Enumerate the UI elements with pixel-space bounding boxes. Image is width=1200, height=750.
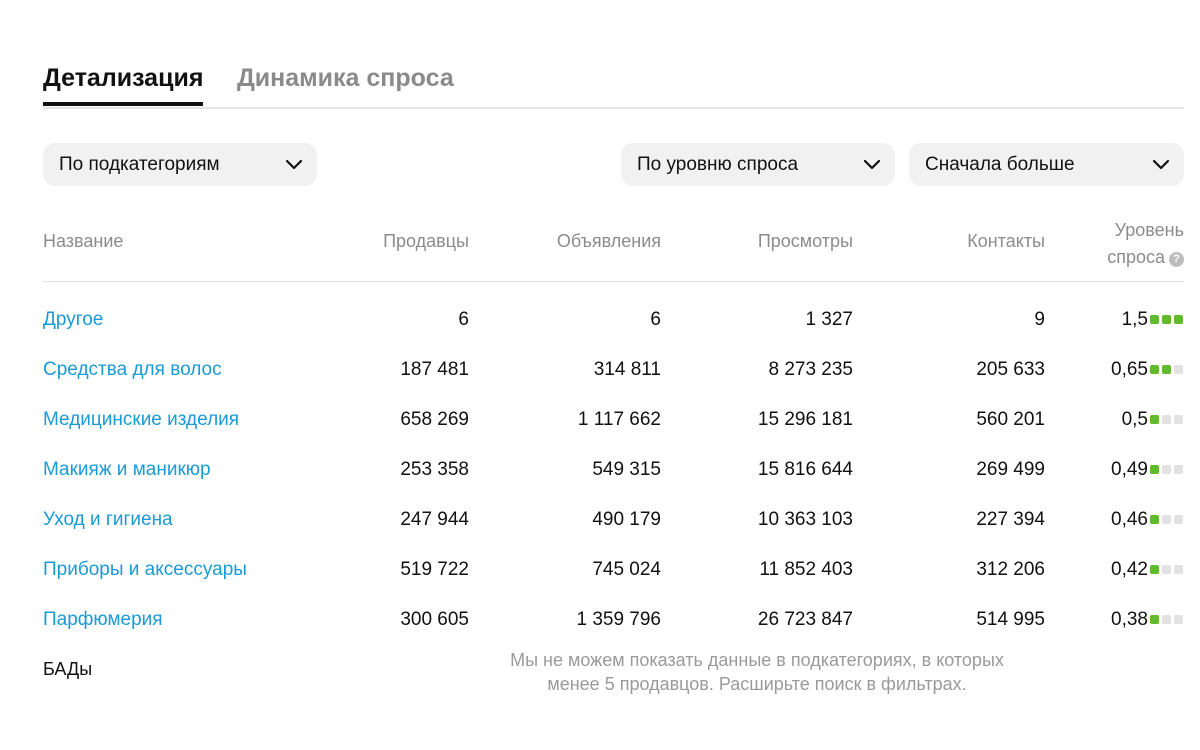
row-level: 0,49 <box>1111 459 1148 480</box>
row-sellers: 300 605 <box>400 609 469 630</box>
row-contacts: 9 <box>1034 309 1045 330</box>
row-level: 0,42 <box>1111 559 1148 580</box>
tab-demand-dynamics[interactable]: Динамика спроса <box>237 64 454 93</box>
header-name[interactable]: Название <box>43 231 123 252</box>
row-name-link[interactable]: Уход и гигиена <box>43 509 173 531</box>
level-dot-filled <box>1174 315 1183 324</box>
row-sellers: 187 481 <box>400 359 469 380</box>
level-dot-empty <box>1174 365 1183 374</box>
row-views: 15 816 644 <box>757 459 853 480</box>
level-dot-empty <box>1162 615 1171 624</box>
row-contacts: 205 633 <box>976 359 1045 380</box>
row-name-link[interactable]: Парфюмерия <box>43 609 163 631</box>
table-row: Медицинские изделия 658 269 1 117 662 15… <box>0 409 1200 439</box>
row-views: 11 852 403 <box>759 559 853 580</box>
row-level: 0,38 <box>1111 609 1148 630</box>
row-name-link[interactable]: Другое <box>43 309 103 331</box>
header-listings[interactable]: Объявления <box>557 231 661 252</box>
insufficient-data-notice: Мы не можем показать данные в подкатегор… <box>510 650 1004 694</box>
row-sellers: 253 358 <box>400 459 469 480</box>
row-contacts: 312 206 <box>976 559 1045 580</box>
row-name-link[interactable]: Макияж и маникюр <box>43 459 211 481</box>
chevron-down-icon <box>863 159 881 170</box>
header-divider <box>43 281 1184 282</box>
level-dot-empty <box>1174 515 1183 524</box>
demand-level-indicator <box>1150 365 1184 374</box>
row-level: 0,65 <box>1111 359 1148 380</box>
demand-level-indicator <box>1150 465 1184 474</box>
level-dot-empty <box>1174 415 1183 424</box>
demand-level-indicator <box>1150 565 1184 574</box>
level-dot-filled <box>1162 315 1171 324</box>
header-sellers[interactable]: Продавцы <box>383 231 469 252</box>
level-dot-filled <box>1150 465 1159 474</box>
level-dot-empty <box>1162 565 1171 574</box>
table-row: Приборы и аксессуары 519 722 745 024 11 … <box>0 559 1200 589</box>
help-icon[interactable]: ? <box>1169 252 1184 267</box>
table-row: Средства для волос 187 481 314 811 8 273… <box>0 359 1200 389</box>
level-dot-filled <box>1150 365 1159 374</box>
row-contacts: 269 499 <box>976 459 1045 480</box>
table-row: Уход и гигиена 247 944 490 179 10 363 10… <box>0 509 1200 539</box>
tab-details[interactable]: Детализация <box>43 64 204 106</box>
row-listings: 1 359 796 <box>576 609 661 630</box>
row-views: 15 296 181 <box>757 409 853 430</box>
table-row: Парфюмерия 300 605 1 359 796 26 723 847 … <box>0 609 1200 639</box>
row-level: 0,5 <box>1121 409 1148 430</box>
level-dot-empty <box>1174 615 1183 624</box>
row-name-link[interactable]: Приборы и аксессуары <box>43 559 247 581</box>
grouping-dropdown-label: По подкатегориям <box>59 154 220 175</box>
row-name-link[interactable]: Медицинские изделия <box>43 409 239 431</box>
row-sellers: 6 <box>458 309 469 330</box>
row-listings: 1 117 662 <box>577 409 661 430</box>
grouping-dropdown[interactable]: По подкатегориям <box>43 143 317 186</box>
level-dot-empty <box>1162 465 1171 474</box>
row-sellers: 658 269 <box>400 409 469 430</box>
chevron-down-icon <box>1152 159 1170 170</box>
metric-dropdown[interactable]: По уровню спроса <box>621 143 895 186</box>
row-listings: 549 315 <box>592 459 661 480</box>
row-listings: 745 024 <box>592 559 661 580</box>
level-dot-filled <box>1150 415 1159 424</box>
row-contacts: 227 394 <box>976 509 1045 530</box>
demand-level-indicator <box>1150 315 1184 324</box>
level-dot-filled <box>1150 615 1159 624</box>
level-dot-filled <box>1150 315 1159 324</box>
row-sellers: 519 722 <box>400 559 469 580</box>
row-views: 26 723 847 <box>757 609 853 630</box>
level-dot-empty <box>1162 415 1171 424</box>
hidden-row-name: БАДы <box>43 659 93 679</box>
row-name-link[interactable]: Средства для волос <box>43 359 222 381</box>
level-dot-filled <box>1150 565 1159 574</box>
sort-dropdown-label: Сначала больше <box>925 154 1075 175</box>
row-views: 10 363 103 <box>757 509 853 530</box>
table-row: Макияж и маникюр 253 358 549 315 15 816 … <box>0 459 1200 489</box>
table-row: Другое 6 6 1 327 9 1,5 <box>0 309 1200 339</box>
demand-level-indicator <box>1150 515 1184 524</box>
level-dot-filled <box>1162 365 1171 374</box>
sort-dropdown[interactable]: Сначала больше <box>909 143 1184 186</box>
row-listings: 314 811 <box>593 359 661 380</box>
row-level: 1,5 <box>1121 309 1148 330</box>
row-contacts: 560 201 <box>976 409 1045 430</box>
row-sellers: 247 944 <box>400 509 469 530</box>
row-views: 8 273 235 <box>768 359 853 380</box>
tabs-bar: Детализация Динамика спроса <box>43 58 1184 109</box>
level-dot-filled <box>1150 515 1159 524</box>
row-views: 1 327 <box>805 309 853 330</box>
metric-dropdown-label: По уровню спроса <box>637 154 799 175</box>
row-listings: 6 <box>650 309 661 330</box>
level-dot-empty <box>1174 565 1183 574</box>
header-contacts[interactable]: Контакты <box>967 231 1045 252</box>
row-listings: 490 179 <box>592 509 661 530</box>
header-demand-level[interactable]: Уровень спроса? <box>1074 217 1184 271</box>
row-contacts: 514 995 <box>976 609 1045 630</box>
demand-level-indicator <box>1150 615 1184 624</box>
row-level: 0,46 <box>1111 509 1148 530</box>
level-dot-empty <box>1162 515 1171 524</box>
header-views[interactable]: Просмотры <box>758 231 853 252</box>
chevron-down-icon <box>285 159 303 170</box>
level-dot-empty <box>1174 465 1183 474</box>
demand-level-indicator <box>1150 415 1184 424</box>
